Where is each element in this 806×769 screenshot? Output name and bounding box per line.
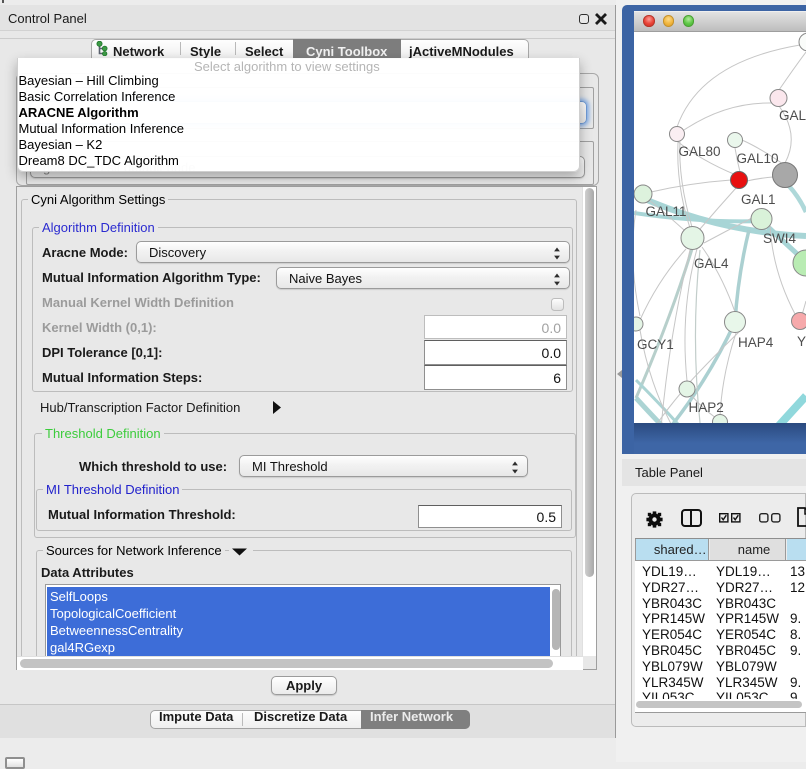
svg-text:GAL80: GAL80 — [679, 144, 721, 159]
svg-text:GCY1: GCY1 — [637, 337, 674, 352]
svg-text:GAL4: GAL4 — [694, 256, 729, 271]
svg-text:SWI4: SWI4 — [763, 231, 796, 246]
svg-text:Y: Y — [797, 334, 806, 349]
svg-text:HAP2: HAP2 — [689, 400, 724, 415]
svg-text:GAL: GAL — [779, 108, 806, 123]
svg-text:HAP4: HAP4 — [738, 335, 774, 350]
svg-text:GAL10: GAL10 — [737, 151, 779, 166]
svg-text:GAL1: GAL1 — [741, 192, 776, 207]
svg-text:GAL11: GAL11 — [646, 204, 687, 219]
